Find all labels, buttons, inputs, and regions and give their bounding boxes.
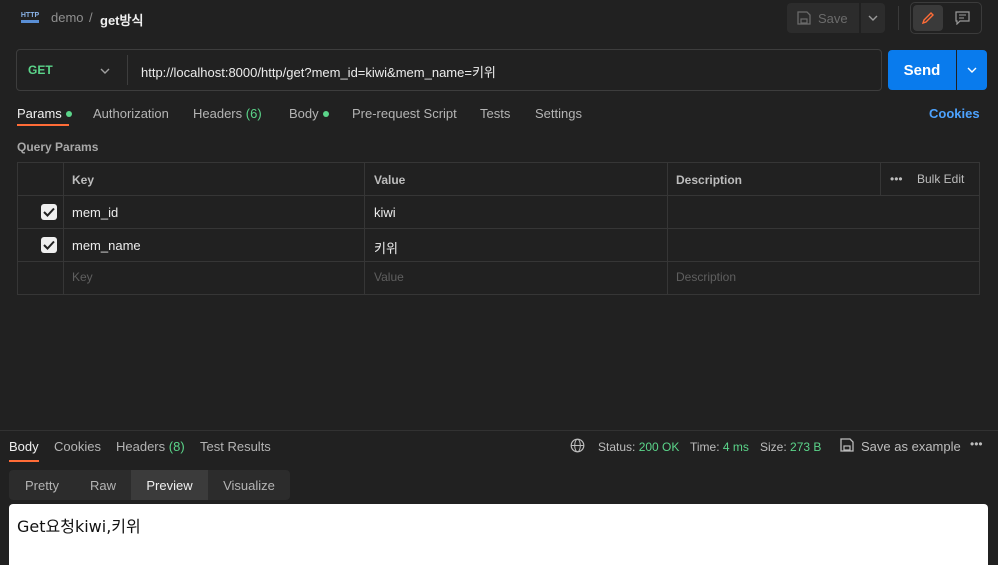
tab-headers[interactable]: Headers (6): [193, 106, 262, 121]
http-icon: HTTP: [20, 8, 40, 26]
response-tab-body[interactable]: Body: [9, 439, 39, 454]
view-preview-button[interactable]: Preview: [131, 470, 208, 500]
status-label: Status:: [598, 440, 636, 454]
view-pretty-button[interactable]: Pretty: [9, 470, 75, 500]
table-col-divider: [667, 162, 668, 295]
edit-documentation-button[interactable]: [913, 5, 943, 31]
time-value: 4 ms: [722, 440, 749, 454]
tab-body[interactable]: Body: [289, 106, 329, 121]
new-key-input[interactable]: Key: [72, 270, 93, 284]
new-value-input[interactable]: Value: [374, 270, 404, 284]
save-dropdown-button[interactable]: [861, 3, 885, 33]
more-options-icon[interactable]: •••: [890, 172, 903, 186]
response-headers-count: (8): [168, 439, 185, 454]
breadcrumb-parent[interactable]: demo: [51, 10, 84, 25]
breadcrumb-separator: /: [89, 10, 93, 25]
request-name[interactable]: get방식: [100, 10, 143, 29]
cookies-link[interactable]: Cookies: [929, 106, 980, 121]
param-value-cell[interactable]: 키위: [374, 238, 398, 257]
tab-params[interactable]: Params: [17, 106, 72, 121]
response-status[interactable]: Status: 200 OK: [598, 440, 679, 454]
body-indicator-dot: [322, 110, 329, 117]
response-size[interactable]: Size: 273 B: [760, 440, 821, 454]
chevron-down-icon: [868, 15, 878, 21]
response-divider: [0, 430, 998, 431]
chevron-down-icon: [967, 67, 977, 73]
param-key-cell[interactable]: mem_name: [72, 238, 141, 253]
tab-authorization[interactable]: Authorization: [93, 106, 169, 121]
tab-params-label: Params: [17, 106, 62, 121]
response-active-tab-underline: [9, 460, 39, 462]
view-raw-button[interactable]: Raw: [75, 470, 131, 500]
param-value-cell[interactable]: kiwi: [374, 205, 396, 220]
table-col-divider: [63, 162, 64, 295]
headers-count: (6): [245, 106, 262, 121]
save-icon[interactable]: [840, 438, 854, 455]
view-visualize-button[interactable]: Visualize: [208, 470, 290, 500]
response-more-icon[interactable]: •••: [970, 437, 983, 451]
param-key-cell[interactable]: mem_id: [72, 205, 118, 220]
response-headers-label: Headers: [116, 439, 166, 454]
comments-button[interactable]: [947, 5, 977, 31]
response-preview-pane: [9, 504, 988, 565]
svg-text:HTTP: HTTP: [21, 12, 40, 19]
save-label: Save: [818, 10, 848, 26]
table-col-divider: [880, 162, 881, 195]
tab-settings[interactable]: Settings: [535, 106, 582, 121]
http-method-select[interactable]: GET: [28, 63, 53, 77]
response-tab-test-results[interactable]: Test Results: [200, 439, 271, 454]
response-time[interactable]: Time: 4 ms: [690, 440, 749, 454]
send-dropdown-button[interactable]: [957, 50, 987, 90]
query-params-title: Query Params: [17, 140, 99, 154]
tab-tests[interactable]: Tests: [480, 106, 510, 121]
time-label: Time:: [690, 440, 720, 454]
checkmark-icon: [43, 207, 55, 217]
method-chevron-down-icon[interactable]: [100, 62, 110, 77]
active-tab-underline: [17, 124, 69, 126]
save-button[interactable]: Save: [787, 3, 859, 33]
tab-body-label: Body: [289, 106, 319, 121]
column-header-key: Key: [72, 173, 95, 187]
table-col-divider: [364, 162, 365, 295]
globe-icon[interactable]: [570, 438, 585, 456]
status-value: 200 OK: [638, 440, 680, 454]
table-row-divider: [17, 228, 980, 229]
param-checkbox-mem-name[interactable]: [41, 237, 57, 253]
response-tab-cookies[interactable]: Cookies: [54, 439, 101, 454]
param-checkbox-mem-id[interactable]: [41, 204, 57, 220]
url-input[interactable]: http://localhost:8000/http/get?mem_id=ki…: [141, 62, 496, 81]
size-label: Size:: [760, 440, 787, 454]
save-icon: [797, 11, 811, 25]
size-value: 273 B: [790, 440, 822, 454]
url-divider: [127, 55, 128, 85]
table-row-divider: [17, 195, 980, 196]
response-tab-headers[interactable]: Headers (8): [116, 439, 185, 454]
params-indicator-dot: [65, 110, 72, 117]
comment-icon: [954, 11, 970, 25]
response-preview-text: Get요청kiwi,키위: [17, 517, 141, 536]
tab-prerequest-script[interactable]: Pre-request Script: [352, 106, 457, 121]
tab-headers-label: Headers: [193, 106, 243, 121]
column-header-value: Value: [374, 173, 406, 187]
column-header-description: Description: [676, 173, 743, 187]
save-as-example-button[interactable]: Save as example: [861, 439, 961, 454]
bulk-edit-button[interactable]: Bulk Edit: [917, 172, 964, 186]
table-row-divider: [17, 261, 980, 262]
checkmark-icon: [43, 240, 55, 250]
toolbar-divider: [898, 6, 899, 30]
send-button[interactable]: Send: [888, 50, 956, 90]
new-description-input[interactable]: Description: [676, 270, 736, 284]
pencil-icon: [921, 12, 934, 25]
